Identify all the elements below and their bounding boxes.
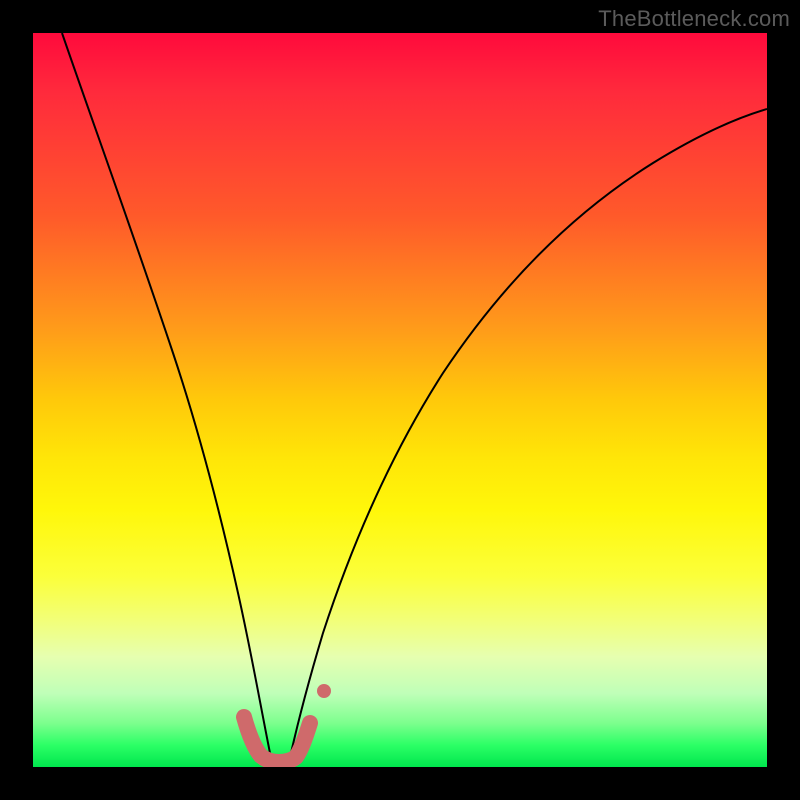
watermark-text: TheBottleneck.com (598, 6, 790, 32)
highlight-segment (244, 717, 310, 762)
bottleneck-curve (62, 33, 767, 761)
chart-frame: TheBottleneck.com (0, 0, 800, 800)
curve-layer (33, 33, 767, 767)
outlier-point (317, 684, 331, 698)
plot-area (33, 33, 767, 767)
